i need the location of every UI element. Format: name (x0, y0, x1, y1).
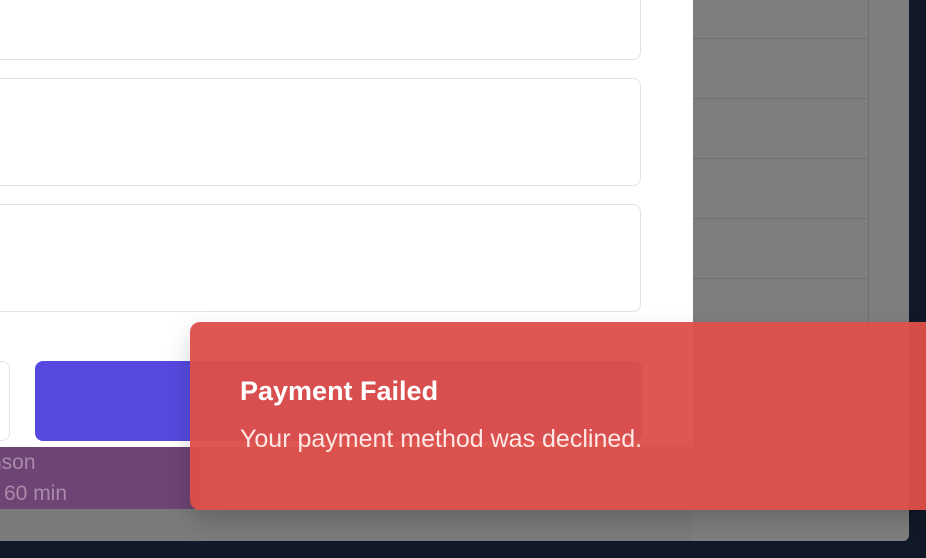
toast-title: Payment Failed (240, 376, 439, 406)
grid-line (693, 278, 868, 279)
grid-line (693, 38, 868, 39)
calendar-event[interactable]: nson 60 min (0, 447, 200, 509)
grid-column-divider (868, 0, 869, 330)
secondary-button[interactable] (0, 361, 10, 441)
event-duration: 60 min (4, 482, 68, 505)
form-field-1[interactable] (0, 0, 641, 60)
form-field-2[interactable] (0, 78, 641, 186)
grid-line (693, 158, 868, 159)
form-field-3[interactable] (0, 204, 641, 312)
grid-line (693, 218, 868, 219)
toast-message: Your payment method was declined. (240, 425, 643, 453)
grid-line (693, 98, 868, 99)
error-toast[interactable]: Payment Failed Your payment method was d… (190, 322, 926, 510)
event-name: nson (0, 451, 36, 474)
